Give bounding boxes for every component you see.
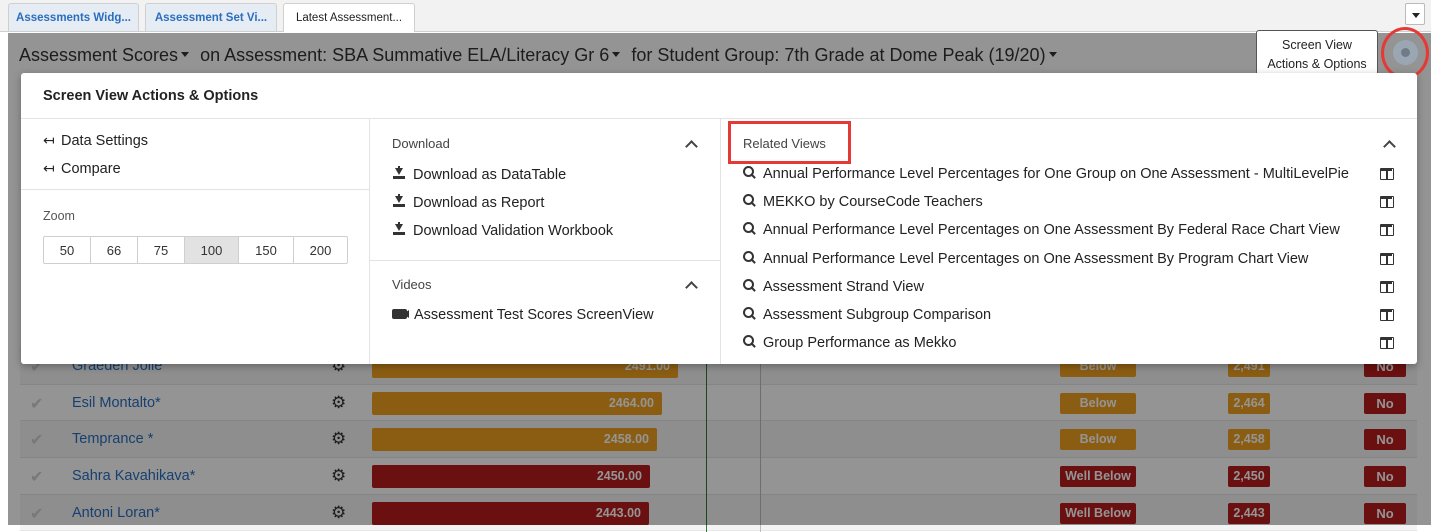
divider — [21, 189, 369, 190]
screen-view-tooltip: Screen View Actions & Options — [1256, 30, 1378, 75]
tab-assessments-widget[interactable]: Assessments Widg... — [8, 3, 139, 31]
divider — [370, 260, 720, 261]
action-label: Data Settings — [61, 133, 149, 149]
data-settings-action[interactable]: ↤ Data Settings — [43, 132, 148, 149]
action-label: Download as DataTable — [413, 167, 567, 183]
related-view-label: Assessment Subgroup Comparison — [763, 307, 992, 323]
settings-column: ↤ Data Settings ↤ Compare Zoom 50 66 75 10… — [21, 119, 370, 364]
action-label: Compare — [61, 161, 121, 177]
related-view-link[interactable]: Annual Performance Level Percentages on … — [743, 251, 1373, 267]
layout-icon[interactable] — [1380, 224, 1394, 236]
modal-title: Screen View Actions & Options — [21, 73, 1417, 119]
arrow-left-bar-icon: ↤ — [43, 160, 55, 176]
related-view-label: Group Performance as Mekko — [763, 335, 957, 351]
layout-icon[interactable] — [1380, 309, 1394, 321]
action-label: Download as Report — [413, 195, 545, 211]
search-icon — [743, 194, 756, 207]
zoom-option-66[interactable]: 66 — [91, 237, 138, 263]
related-view-label: Annual Performance Level Percentages on … — [763, 222, 1340, 238]
video-camera-icon — [392, 309, 409, 319]
related-view-link[interactable]: Assessment Subgroup Comparison — [743, 307, 1373, 323]
layout-icon[interactable] — [1380, 196, 1394, 208]
tab-latest-assessment[interactable]: Latest Assessment... — [283, 3, 415, 32]
arrow-left-bar-icon: ↤ — [43, 132, 55, 148]
layout-icon[interactable] — [1380, 253, 1394, 265]
related-view-link[interactable]: Group Performance as Mekko — [743, 335, 1373, 351]
action-label: Download Validation Workbook — [413, 223, 614, 239]
download-datatable-action[interactable]: Download as DataTable — [392, 166, 566, 183]
tab-strip: Assessments Widg... Assessment Set Vi...… — [0, 0, 1431, 32]
tooltip-line: Screen View — [1282, 38, 1352, 52]
zoom-selector: 50 66 75 100 150 200 — [43, 236, 348, 264]
download-section-heading: Download — [392, 136, 450, 151]
video-link[interactable]: Assessment Test Scores ScreenView — [392, 307, 654, 323]
gear-icon — [1393, 40, 1418, 65]
search-icon — [743, 251, 756, 264]
tooltip-line: Actions & Options — [1267, 57, 1367, 71]
related-view-label: Annual Performance Level Percentages on … — [763, 251, 1309, 267]
chevron-up-icon[interactable] — [686, 280, 696, 290]
related-views-column: Related Views Annual Performance Level P… — [721, 119, 1417, 364]
related-view-link[interactable]: Annual Performance Level Percentages on … — [743, 222, 1373, 238]
download-report-action[interactable]: Download as Report — [392, 194, 544, 211]
chevron-up-icon[interactable] — [686, 139, 696, 149]
download-icon — [392, 222, 406, 236]
screen-view-actions-modal: Screen View Actions & Options ↤ Data Sett… — [21, 73, 1417, 364]
download-icon — [392, 166, 406, 180]
tab-menu-dropdown-icon[interactable] — [1405, 3, 1425, 25]
chevron-up-icon[interactable] — [1384, 139, 1394, 149]
search-icon — [743, 279, 756, 292]
videos-section-heading: Videos — [392, 277, 432, 292]
search-icon — [743, 166, 756, 179]
download-videos-column: Download Download as DataTable Download … — [370, 119, 721, 364]
tab-assessment-set-view[interactable]: Assessment Set Vi... — [145, 3, 277, 31]
related-view-link[interactable]: MEKKO by CourseCode Teachers — [743, 194, 1373, 210]
related-views-heading: Related Views — [728, 121, 851, 164]
search-icon — [743, 335, 756, 348]
layout-icon[interactable] — [1380, 168, 1394, 180]
related-view-label: Annual Performance Level Percentages for… — [763, 166, 1349, 182]
related-view-link[interactable]: Assessment Strand View — [743, 279, 1373, 295]
download-icon — [392, 194, 406, 208]
download-validation-workbook-action[interactable]: Download Validation Workbook — [392, 222, 613, 239]
layout-icon[interactable] — [1380, 281, 1394, 293]
search-icon — [743, 307, 756, 320]
zoom-option-100[interactable]: 100 — [185, 237, 239, 263]
related-view-label: MEKKO by CourseCode Teachers — [763, 194, 983, 210]
zoom-label: Zoom — [43, 209, 75, 223]
layout-icon[interactable] — [1380, 337, 1394, 349]
screen-view-options-button[interactable] — [1381, 27, 1429, 79]
compare-action[interactable]: ↤ Compare — [43, 160, 121, 177]
video-label: Assessment Test Scores ScreenView — [414, 307, 654, 323]
zoom-option-150[interactable]: 150 — [239, 237, 294, 263]
search-icon — [743, 222, 756, 235]
related-view-link[interactable]: Annual Performance Level Percentages for… — [743, 166, 1373, 182]
zoom-option-50[interactable]: 50 — [44, 237, 91, 263]
zoom-option-200[interactable]: 200 — [294, 237, 347, 263]
related-view-label: Assessment Strand View — [763, 279, 924, 295]
zoom-option-75[interactable]: 75 — [138, 237, 185, 263]
